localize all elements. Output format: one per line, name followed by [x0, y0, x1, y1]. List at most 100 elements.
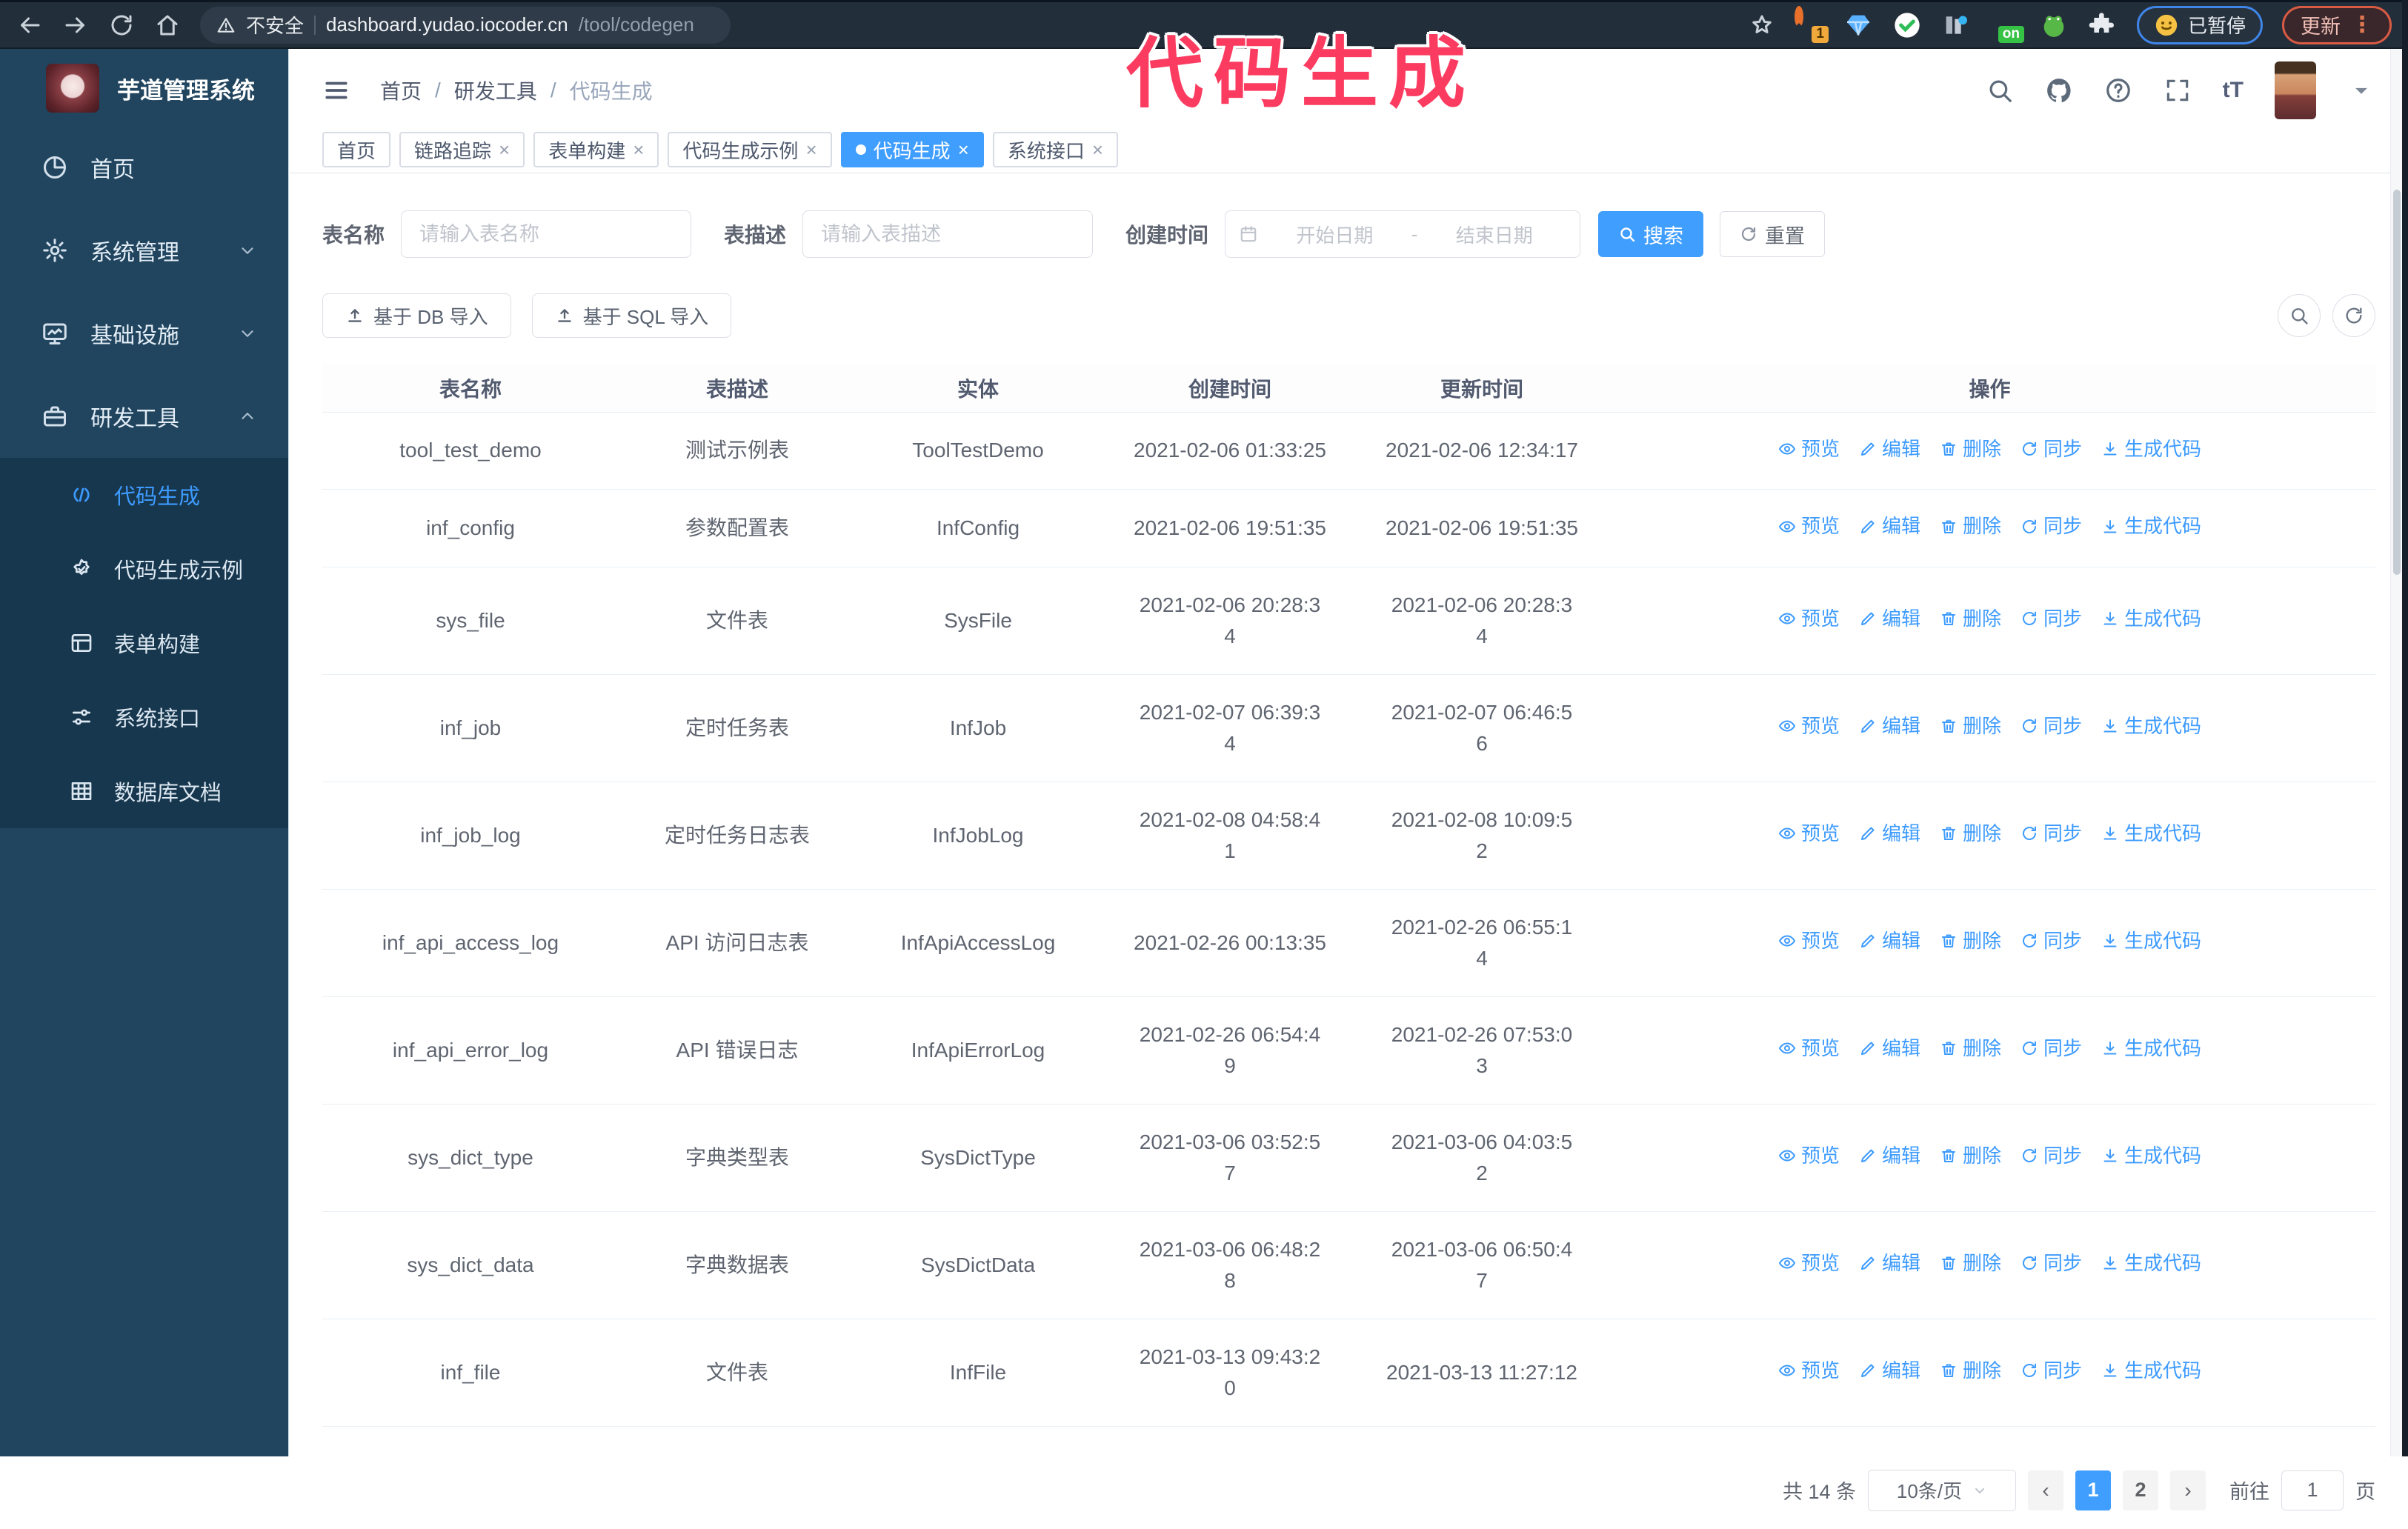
puzzle-extensions-icon[interactable] [2088, 10, 2118, 40]
page-size-select[interactable]: 10条/页 [1868, 1469, 2016, 1511]
hamburger-icon[interactable] [322, 76, 350, 104]
sync-link[interactable]: 同步 [2020, 1249, 2082, 1278]
import-sql-button[interactable]: 基于 SQL 导入 [531, 293, 732, 338]
reset-button[interactable]: 重置 [1720, 211, 1826, 257]
preview-link[interactable]: 预览 [1778, 435, 1840, 464]
sync-link[interactable]: 同步 [2020, 1356, 2082, 1385]
tab-代码生成示例[interactable]: 代码生成示例 × [668, 132, 832, 167]
back-icon[interactable] [16, 12, 43, 39]
sidebar-subitem-代码生成[interactable]: 代码生成 [0, 458, 288, 532]
page-button-1[interactable]: 1 [2075, 1470, 2111, 1510]
sync-link[interactable]: 同步 [2020, 927, 2082, 956]
edit-link[interactable]: 编辑 [1859, 435, 1920, 464]
delete-link[interactable]: 删除 [1940, 1249, 2001, 1278]
preview-link[interactable]: 预览 [1778, 1142, 1840, 1170]
edit-link[interactable]: 编辑 [1859, 1356, 1920, 1385]
edit-link[interactable]: 编辑 [1859, 512, 1920, 541]
delete-link[interactable]: 删除 [1940, 1142, 2001, 1170]
app-logo-row[interactable]: 芋道管理系统 [0, 49, 288, 126]
toggle-search-button[interactable] [2278, 294, 2321, 337]
columns-drop-extension-icon[interactable] [1941, 10, 1971, 40]
dark-on-extension-icon[interactable]: on [1990, 10, 2024, 43]
sidebar-subitem-代码生成示例[interactable]: 代码生成示例 [0, 532, 288, 606]
adblock-extension-icon[interactable]: 1 [1794, 5, 1829, 43]
forward-icon[interactable] [62, 12, 89, 39]
preview-link[interactable]: 预览 [1778, 604, 1840, 633]
delete-link[interactable]: 删除 [1940, 604, 2001, 633]
chevron-down-icon[interactable] [2347, 76, 2375, 104]
start-date-placeholder[interactable]: 开始日期 [1263, 221, 1407, 248]
goto-page-input[interactable] [2281, 1470, 2344, 1510]
close-icon[interactable]: × [1092, 140, 1103, 159]
preview-link[interactable]: 预览 [1778, 512, 1840, 541]
kebab-menu-icon[interactable]: ⋮ [2351, 12, 2373, 38]
search-icon[interactable] [1986, 76, 2014, 104]
font-size-icon[interactable]: tT [2223, 78, 2244, 103]
generate-code-link[interactable]: 生成代码 [2101, 1249, 2201, 1278]
tab-系统接口[interactable]: 系统接口 × [992, 132, 1119, 167]
preview-link[interactable]: 预览 [1778, 819, 1840, 848]
tab-代码生成[interactable]: 代码生成 × [840, 132, 984, 167]
sidebar-subitem-系统接口[interactable]: 系统接口 [0, 680, 288, 754]
table-desc-input[interactable] [802, 210, 1094, 258]
page-button-2[interactable]: 2 [2123, 1470, 2158, 1510]
preview-link[interactable]: 预览 [1778, 1356, 1840, 1385]
home-icon[interactable] [154, 12, 181, 39]
preview-link[interactable]: 预览 [1778, 712, 1840, 741]
edit-link[interactable]: 编辑 [1859, 927, 1920, 956]
generate-code-link[interactable]: 生成代码 [2101, 1356, 2201, 1385]
edit-link[interactable]: 编辑 [1859, 712, 1920, 741]
edit-link[interactable]: 编辑 [1859, 1249, 1920, 1278]
breadcrumb-home[interactable]: 首页 [380, 76, 422, 105]
delete-link[interactable]: 删除 [1940, 712, 2001, 741]
generate-code-link[interactable]: 生成代码 [2101, 604, 2201, 633]
search-button[interactable]: 搜索 [1598, 211, 1704, 257]
sync-link[interactable]: 同步 [2020, 1142, 2082, 1170]
generate-code-link[interactable]: 生成代码 [2101, 927, 2201, 956]
prev-page-button[interactable]: ‹ [2028, 1470, 2063, 1510]
help-icon[interactable] [2104, 76, 2132, 104]
address-bar[interactable]: 不安全 dashboard.yudao.iocoder.cn/tool/code… [200, 6, 731, 44]
sidebar-subitem-数据库文档[interactable]: 数据库文档 [0, 754, 288, 828]
gem-extension-icon[interactable] [1843, 10, 1873, 40]
generate-code-link[interactable]: 生成代码 [2101, 819, 2201, 848]
v-check-extension-icon[interactable] [1892, 10, 1922, 40]
sync-link[interactable]: 同步 [2020, 1034, 2082, 1063]
close-icon[interactable]: × [958, 140, 969, 159]
generate-code-link[interactable]: 生成代码 [2101, 435, 2201, 464]
bookmark-star-icon[interactable] [1749, 12, 1775, 39]
sidebar-subitem-表单构建[interactable]: 表单构建 [0, 606, 288, 680]
sync-link[interactable]: 同步 [2020, 604, 2082, 633]
edit-link[interactable]: 编辑 [1859, 819, 1920, 848]
frog-extension-icon[interactable] [2039, 10, 2069, 40]
reload-icon[interactable] [108, 12, 135, 39]
refresh-table-button[interactable] [2332, 294, 2375, 337]
close-icon[interactable]: × [499, 140, 510, 159]
breadcrumb-devtools[interactable]: 研发工具 [454, 76, 537, 105]
close-icon[interactable]: × [633, 140, 644, 159]
end-date-placeholder[interactable]: 结束日期 [1422, 221, 1566, 248]
delete-link[interactable]: 删除 [1940, 1034, 2001, 1063]
delete-link[interactable]: 删除 [1940, 1356, 2001, 1385]
sidebar-item-研发工具[interactable]: 研发工具 [0, 375, 288, 458]
edit-link[interactable]: 编辑 [1859, 1034, 1920, 1063]
avatar[interactable] [2275, 61, 2316, 119]
sidebar-item-首页[interactable]: 首页 [0, 126, 288, 209]
delete-link[interactable]: 删除 [1940, 435, 2001, 464]
edit-link[interactable]: 编辑 [1859, 604, 1920, 633]
delete-link[interactable]: 删除 [1940, 927, 2001, 956]
import-db-button[interactable]: 基于 DB 导入 [322, 293, 511, 338]
date-range-picker[interactable]: 开始日期 - 结束日期 [1225, 210, 1581, 258]
github-icon[interactable] [2045, 76, 2073, 104]
generate-code-link[interactable]: 生成代码 [2101, 712, 2201, 741]
generate-code-link[interactable]: 生成代码 [2101, 1142, 2201, 1170]
table-name-input[interactable] [401, 210, 692, 258]
tab-表单构建[interactable]: 表单构建 × [533, 132, 659, 167]
generate-code-link[interactable]: 生成代码 [2101, 1034, 2201, 1063]
page-scrollbar[interactable] [2390, 49, 2402, 1456]
tab-链路追踪[interactable]: 链路追踪 × [399, 132, 525, 167]
preview-link[interactable]: 预览 [1778, 1034, 1840, 1063]
sidebar-item-基础设施[interactable]: 基础设施 [0, 292, 288, 375]
preview-link[interactable]: 预览 [1778, 1249, 1840, 1278]
sidebar-item-系统管理[interactable]: 系统管理 [0, 209, 288, 292]
